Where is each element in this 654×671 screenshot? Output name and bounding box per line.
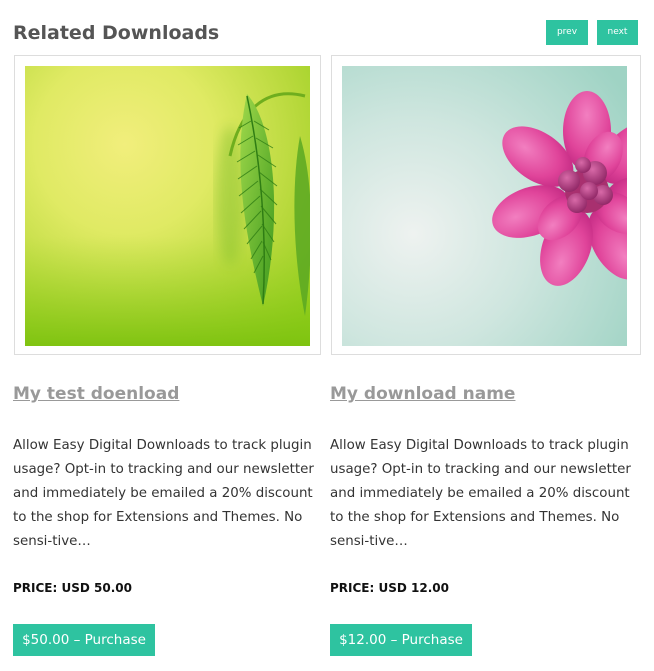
download-card: My test doenload Allow Easy Digital Down… <box>13 0 322 671</box>
download-card: My download name Allow Easy Digital Down… <box>330 0 654 671</box>
green-leaf-illustration <box>25 66 310 346</box>
download-excerpt: Allow Easy Digital Downloads to track pl… <box>330 438 631 549</box>
download-title-link[interactable]: My test doenload <box>13 384 179 404</box>
thumbnail-frame <box>14 55 321 355</box>
thumbnail-frame <box>331 55 641 355</box>
purchase-button[interactable]: $50.00 – Purchase <box>13 624 155 656</box>
download-price: PRICE: USD 12.00 <box>330 581 449 595</box>
pink-flower-image[interactable] <box>342 66 627 346</box>
downloads-carousel: My test doenload Allow Easy Digital Down… <box>0 0 654 671</box>
download-price: PRICE: USD 50.00 <box>13 581 132 595</box>
pink-flower-illustration <box>342 66 627 346</box>
green-leaf-image[interactable] <box>25 66 310 346</box>
download-title-link[interactable]: My download name <box>330 384 515 404</box>
purchase-button[interactable]: $12.00 – Purchase <box>330 624 472 656</box>
download-excerpt: Allow Easy Digital Downloads to track pl… <box>13 438 314 549</box>
